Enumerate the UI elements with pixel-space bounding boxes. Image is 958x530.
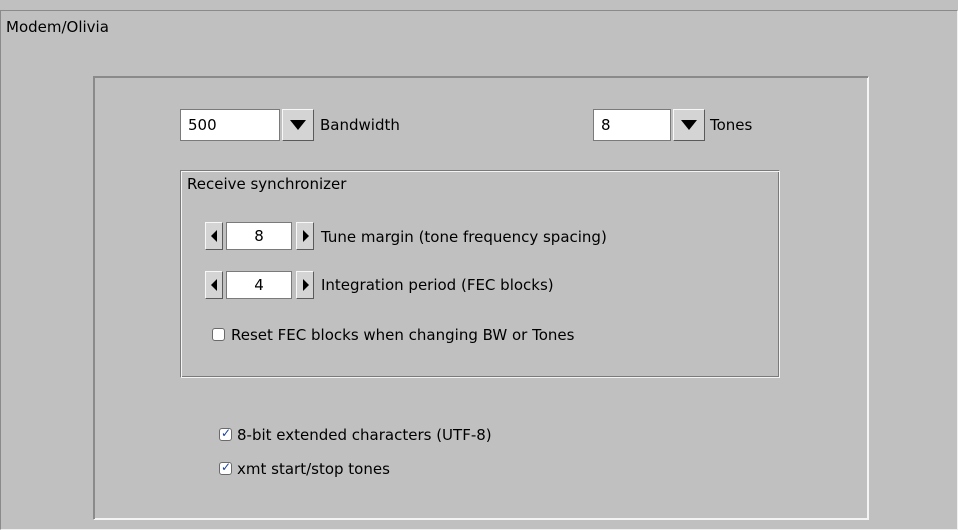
tones-field[interactable]: 8 bbox=[593, 109, 671, 141]
tab-title: Modem/Olivia bbox=[6, 18, 109, 36]
tune-margin-label: Tune margin (tone frequency spacing) bbox=[321, 228, 607, 246]
tones-label: Tones bbox=[710, 116, 753, 134]
arrow-right-icon bbox=[303, 279, 309, 291]
integration-period-increase-button[interactable] bbox=[296, 271, 314, 299]
utf8-label: 8-bit extended characters (UTF-8) bbox=[237, 426, 492, 444]
utf8-checkbox[interactable]: ✓ bbox=[219, 426, 232, 441]
bandwidth-label: Bandwidth bbox=[320, 116, 400, 134]
check-icon: ✓ bbox=[221, 460, 232, 474]
check-icon: ✓ bbox=[221, 426, 232, 440]
start-stop-tones-label: xmt start/stop tones bbox=[237, 460, 390, 478]
chevron-down-icon bbox=[681, 120, 697, 130]
integration-period-field[interactable]: 4 bbox=[226, 271, 292, 299]
receive-synchronizer-title: Receive synchronizer bbox=[187, 175, 347, 193]
arrow-left-icon bbox=[211, 230, 217, 242]
tune-margin-increase-button[interactable] bbox=[296, 222, 314, 250]
chevron-down-icon bbox=[290, 120, 306, 130]
tune-margin-field[interactable]: 8 bbox=[226, 222, 292, 250]
tune-margin-decrease-button[interactable] bbox=[205, 222, 223, 250]
arrow-right-icon bbox=[303, 230, 309, 242]
reset-fec-label: Reset FEC blocks when changing BW or Ton… bbox=[231, 326, 575, 344]
bandwidth-dropdown-button[interactable] bbox=[282, 109, 314, 141]
reset-fec-checkbox[interactable] bbox=[212, 328, 225, 341]
tones-dropdown-button[interactable] bbox=[673, 109, 705, 141]
integration-period-label: Integration period (FEC blocks) bbox=[321, 276, 554, 294]
start-stop-tones-checkbox[interactable]: ✓ bbox=[219, 460, 232, 475]
bandwidth-field[interactable]: 500 bbox=[180, 109, 280, 141]
integration-period-decrease-button[interactable] bbox=[205, 271, 223, 299]
arrow-left-icon bbox=[211, 279, 217, 291]
